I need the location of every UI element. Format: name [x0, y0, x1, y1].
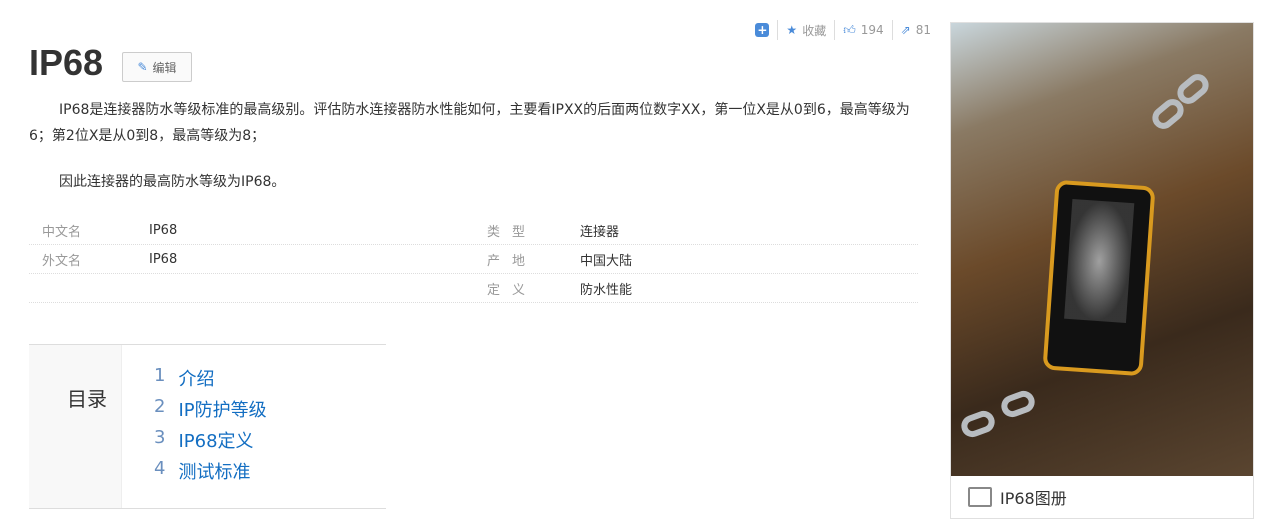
toc-link[interactable]: IP防护等级: [178, 396, 266, 427]
edit-button[interactable]: ✎ 编辑: [122, 52, 192, 82]
album-card[interactable]: IP68图册: [950, 22, 1254, 519]
chain-shape: [958, 407, 998, 441]
plus-square-icon: +: [755, 23, 770, 37]
info-value: 防水性能: [580, 282, 633, 298]
collect-button[interactable]: ★ 收藏: [777, 20, 834, 40]
info-row: 中文名 IP68 类型 连接器: [29, 216, 918, 245]
toc-item[interactable]: 3 IP68定义: [154, 427, 267, 458]
info-key: 中文名: [42, 224, 82, 240]
share-count: 81: [915, 23, 931, 37]
info-key: 定义: [487, 282, 538, 298]
toc-item[interactable]: 1 介绍: [154, 365, 267, 396]
phone-shape: [1042, 179, 1156, 377]
info-key: 外文名: [42, 253, 82, 269]
basic-info-table: 中文名 IP68 类型 连接器 外文名 IP68 产地 中国大陆 定义 防水性能: [29, 216, 918, 303]
edit-label: 编辑: [152, 60, 177, 75]
collect-label: 收藏: [802, 23, 827, 38]
intro-paragraph-2: 因此连接器的最高防水等级为IP68。: [59, 174, 286, 190]
info-value: 连接器: [580, 224, 620, 240]
toc-number: 2: [154, 396, 166, 417]
like-count: 194: [860, 23, 884, 37]
gallery-icon: [968, 487, 992, 507]
thumbs-up-icon: 👍︎: [843, 22, 856, 37]
info-row: 外文名 IP68 产地 中国大陆: [29, 245, 918, 274]
info-value: IP68: [149, 251, 178, 267]
share-icon: ⇗: [900, 23, 911, 37]
album-caption-text: IP68图册: [1000, 489, 1067, 508]
toc-link[interactable]: IP68定义: [178, 427, 253, 458]
album-photo[interactable]: [951, 23, 1253, 476]
share-button[interactable]: ⇗ 81: [891, 20, 939, 40]
toolbar: + ★ 收藏 👍︎ 194 ⇗ 81: [747, 20, 939, 40]
toc-link[interactable]: 测试标准: [178, 458, 250, 489]
info-row: 定义 防水性能: [29, 274, 918, 303]
star-icon: ★: [786, 23, 798, 37]
info-key: 类型: [487, 224, 538, 240]
album-caption[interactable]: IP68图册: [951, 476, 1253, 518]
info-value: IP68: [149, 222, 178, 238]
table-of-contents: 目录 1 介绍 2 IP防护等级 3 IP68定义 4 测试标准: [29, 344, 386, 509]
toc-number: 3: [154, 427, 166, 448]
like-button[interactable]: 👍︎ 194: [834, 20, 891, 40]
toc-label: 目录: [29, 345, 122, 508]
chain-shape: [998, 387, 1038, 421]
toc-item[interactable]: 2 IP防护等级: [154, 396, 267, 427]
toc-item[interactable]: 4 测试标准: [154, 458, 267, 489]
toc-number: 4: [154, 458, 166, 479]
info-key: 产地: [487, 253, 538, 269]
add-button[interactable]: +: [747, 20, 777, 40]
page-title: IP68: [29, 42, 104, 83]
toc-link[interactable]: 介绍: [178, 365, 214, 396]
toc-number: 1: [154, 365, 166, 386]
info-value: 中国大陆: [580, 253, 633, 269]
intro-paragraph: IP68是连接器防水等级标准的最高级别。评估防水连接器防水性能如何，主要看IPX…: [29, 102, 910, 144]
pencil-icon: ✎: [137, 60, 148, 74]
